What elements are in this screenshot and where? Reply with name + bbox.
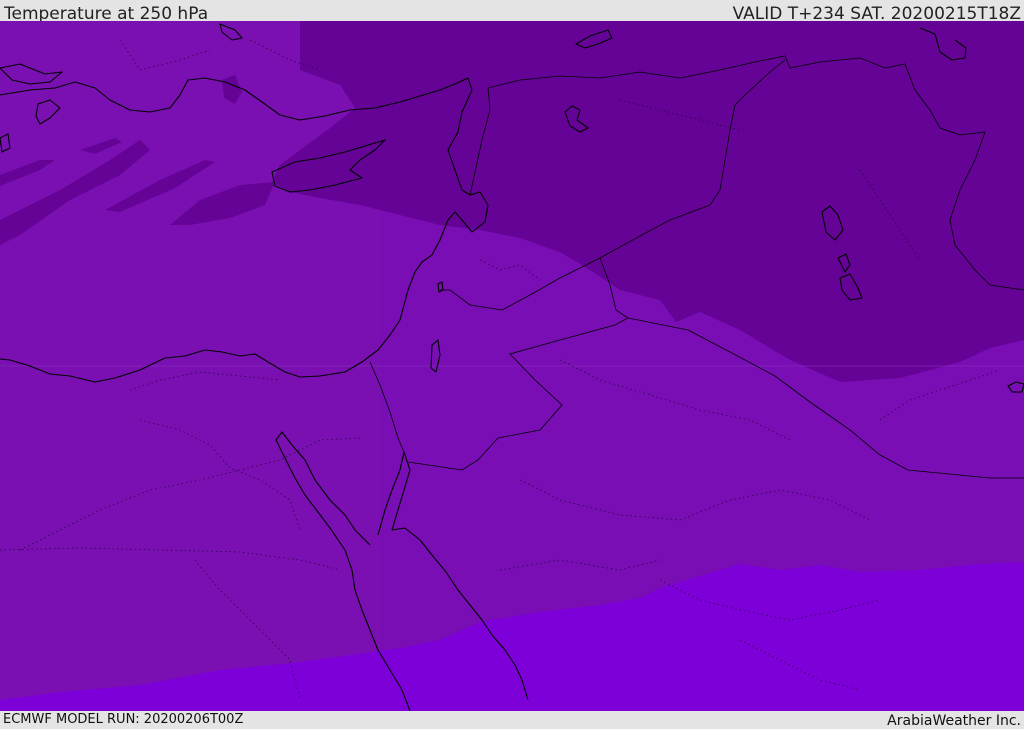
model-run: ECMWF MODEL RUN: 20200206T00Z — [3, 712, 244, 727]
credit-text: ArabiaWeather Inc. — [887, 713, 1021, 729]
header-bar: Temperature at 250 hPa VALID T+234 SAT. … — [0, 0, 1024, 24]
footer-bar: ECMWF MODEL RUN: 20200206T00Z ArabiaWeat… — [0, 711, 1024, 729]
weather-map[interactable] — [0, 21, 1024, 711]
